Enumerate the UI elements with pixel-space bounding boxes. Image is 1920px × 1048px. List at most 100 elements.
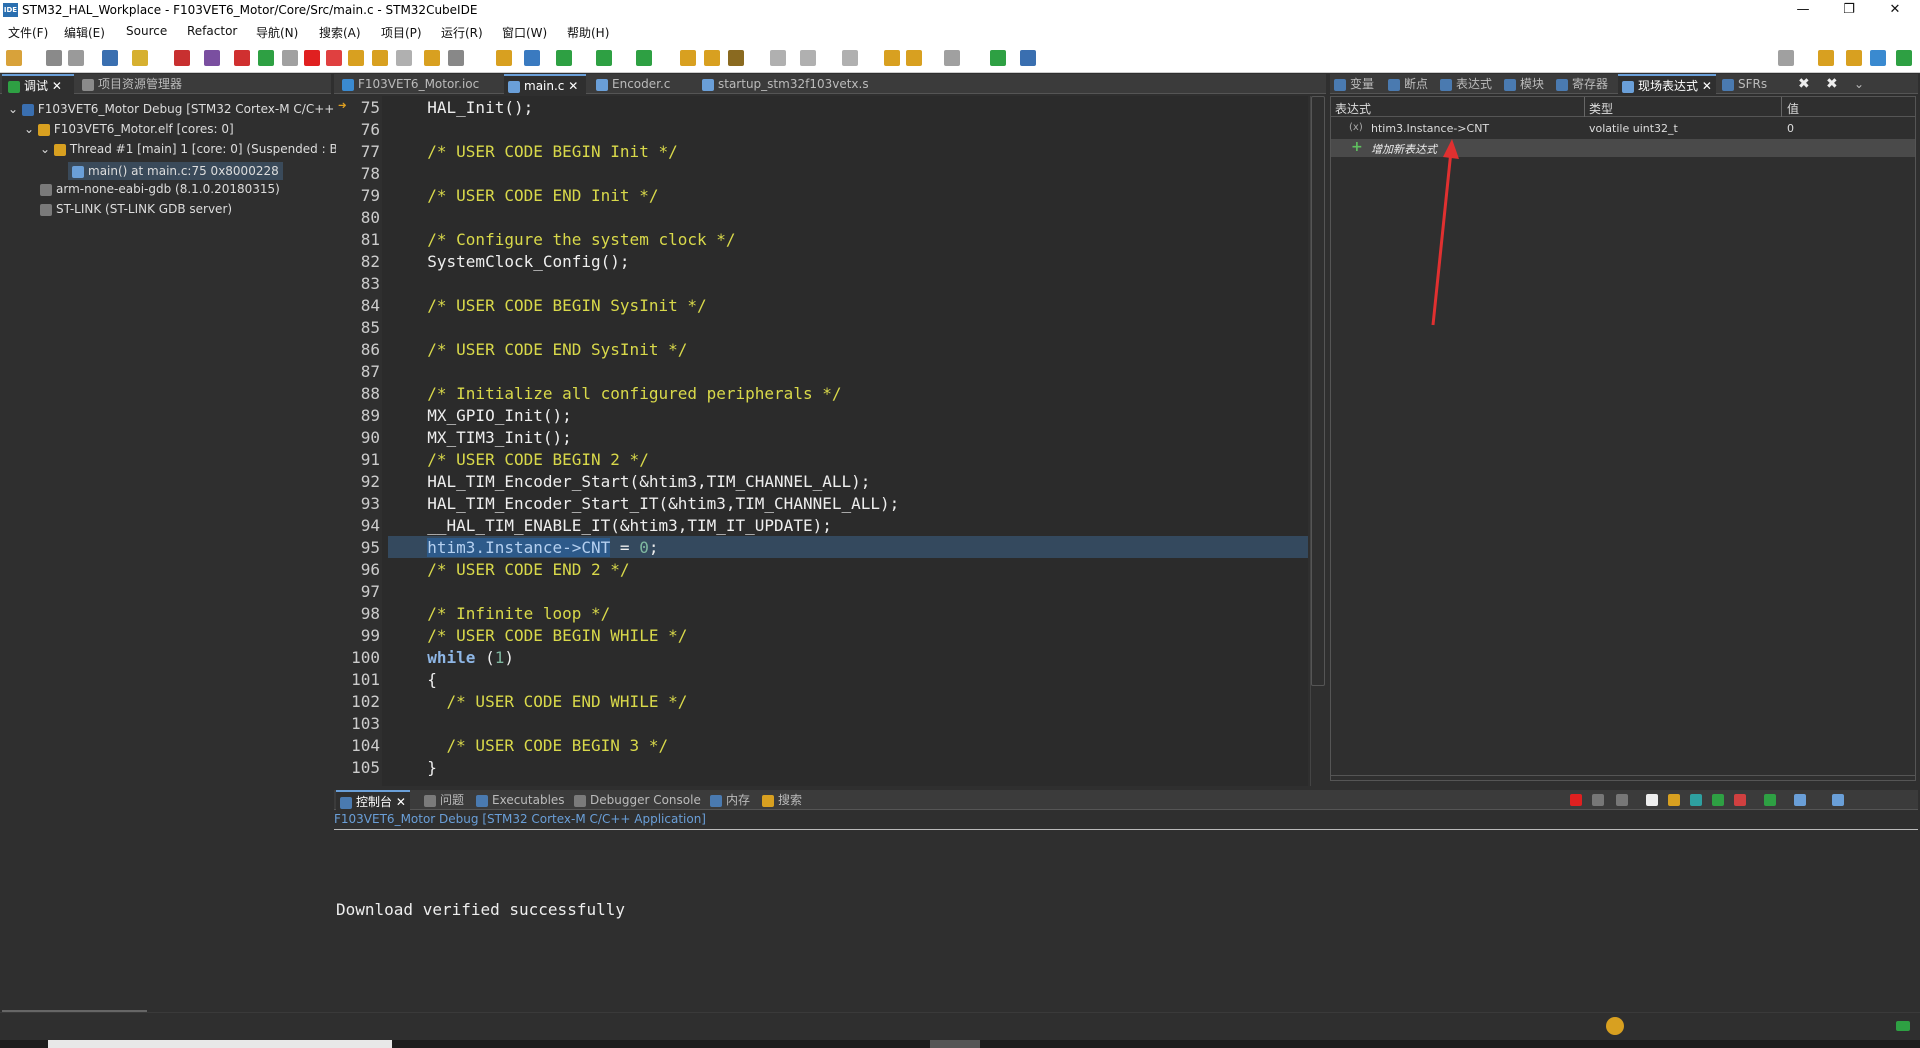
- code-line[interactable]: /* USER CODE BEGIN 3 */: [408, 736, 669, 755]
- forward-icon[interactable]: [944, 50, 960, 66]
- editor-scrollbar[interactable]: [1310, 96, 1326, 786]
- word-wrap-icon[interactable]: [1690, 794, 1702, 806]
- scrollbar-thumb[interactable]: [1311, 96, 1325, 686]
- code-line[interactable]: HAL_TIM_Encoder_Start(&htim3,TIM_CHANNEL…: [408, 472, 870, 491]
- code-line[interactable]: /* Initialize all configured peripherals…: [408, 384, 841, 403]
- resume-icon[interactable]: [258, 50, 274, 66]
- scroll-lock-icon[interactable]: [1668, 794, 1680, 806]
- tab-registers[interactable]: 寄存器: [1556, 74, 1608, 94]
- search-icon[interactable]: [728, 50, 744, 66]
- refresh-icon[interactable]: [524, 50, 540, 66]
- menu-refactor[interactable]: Refactor: [187, 24, 237, 38]
- edit-icon[interactable]: [842, 50, 858, 66]
- disconnect-icon[interactable]: [326, 50, 342, 66]
- tab-main-c[interactable]: main.c ✕: [504, 74, 586, 94]
- column-divider[interactable]: [1781, 97, 1782, 117]
- header-type[interactable]: 类型: [1589, 100, 1613, 117]
- clear-console-icon[interactable]: [1646, 794, 1658, 806]
- tab-executables[interactable]: Executables: [476, 790, 565, 810]
- code-line[interactable]: __HAL_TIM_ENABLE_IT(&htim3,TIM_IT_UPDATE…: [408, 516, 832, 535]
- code-line[interactable]: }: [408, 758, 437, 777]
- close-button[interactable]: ✕: [1872, 0, 1918, 22]
- code-line[interactable]: /* Configure the system clock */: [408, 230, 735, 249]
- quick-access-search-icon[interactable]: [1778, 50, 1794, 66]
- maximize-button[interactable]: ❐: [1826, 0, 1872, 22]
- tree-item-stlink[interactable]: ST-LINK (ST-LINK GDB server): [40, 202, 232, 216]
- code-line[interactable]: /* USER CODE END SysInit */: [408, 340, 687, 359]
- remove-all-icon[interactable]: ✖: [1826, 74, 1838, 94]
- tree-item-gdb[interactable]: arm-none-eabi-gdb (8.1.0.20180315): [40, 182, 280, 196]
- tab-variables[interactable]: 变量: [1334, 74, 1374, 94]
- step-into-icon[interactable]: [348, 50, 364, 66]
- debug-config-icon[interactable]: [174, 50, 190, 66]
- tree-item-thread[interactable]: ⌄ Thread #1 [main] 1 [core: 0] (Suspende…: [40, 142, 338, 156]
- code-line[interactable]: SystemClock_Config();: [408, 252, 629, 271]
- mx-perspective-icon[interactable]: [1870, 50, 1886, 66]
- build-icon[interactable]: [102, 50, 118, 66]
- code-line[interactable]: HAL_Init();: [408, 98, 533, 117]
- menu-run[interactable]: 运行(R): [441, 24, 483, 41]
- debug-run-icon[interactable]: [556, 50, 572, 66]
- taskbar-item[interactable]: [930, 1040, 980, 1048]
- code-line[interactable]: /* USER CODE END Init */: [408, 186, 658, 205]
- tab-live-expressions[interactable]: 现场表达式 ✕: [1618, 74, 1716, 94]
- open-task-icon[interactable]: [704, 50, 720, 66]
- tab-search[interactable]: 搜索: [762, 790, 802, 810]
- menu-search[interactable]: 搜索(A): [319, 24, 361, 41]
- new-console-icon[interactable]: [1832, 794, 1844, 806]
- step-return-icon[interactable]: [396, 50, 412, 66]
- code-line[interactable]: /* USER CODE END 2 */: [408, 560, 629, 579]
- menu-window[interactable]: 窗口(W): [502, 24, 547, 41]
- column-divider[interactable]: [1584, 97, 1585, 117]
- horizontal-scrollbar[interactable]: [1331, 775, 1915, 779]
- menu-help[interactable]: 帮助(H): [567, 24, 609, 41]
- taskbar-item[interactable]: [48, 1040, 392, 1048]
- header-expression[interactable]: 表达式: [1335, 100, 1371, 117]
- tab-console[interactable]: 控制台 ✕: [336, 790, 410, 810]
- save-icon[interactable]: [46, 50, 62, 66]
- open-perspective-icon[interactable]: [1818, 50, 1834, 66]
- display-console-icon[interactable]: [1794, 794, 1806, 806]
- code-line[interactable]: MX_GPIO_Init();: [408, 406, 572, 425]
- sync-icon[interactable]: [1606, 1017, 1624, 1035]
- code-line[interactable]: MX_TIM3_Init();: [408, 428, 572, 447]
- external-tools-icon[interactable]: [636, 50, 652, 66]
- save-all-icon[interactable]: [68, 50, 84, 66]
- pin-icon[interactable]: [800, 50, 816, 66]
- terminate-icon[interactable]: [304, 50, 320, 66]
- tab-project-explorer[interactable]: 项目资源管理器: [78, 74, 182, 94]
- tab-encoder-c[interactable]: Encoder.c: [592, 74, 692, 94]
- terminate-icon[interactable]: [1570, 794, 1582, 806]
- menu-project[interactable]: 项目(P): [381, 24, 422, 41]
- remove-launch-icon[interactable]: [1592, 794, 1604, 806]
- tab-sfrs[interactable]: SFRs: [1722, 74, 1767, 94]
- menu-source[interactable]: Source: [126, 24, 167, 38]
- tree-item-elf[interactable]: ⌄ F103VET6_Motor.elf [cores: 0]: [24, 122, 234, 136]
- table-row[interactable]: (x) htim3.Instance->CNT volatile uint32_…: [1331, 119, 1915, 139]
- step-over-icon[interactable]: [372, 50, 388, 66]
- tab-expressions[interactable]: 表达式: [1440, 74, 1492, 94]
- perspective-icon[interactable]: [990, 50, 1006, 66]
- header-value[interactable]: 值: [1787, 100, 1799, 117]
- tab-breakpoints[interactable]: 断点: [1388, 74, 1428, 94]
- instruction-step-icon[interactable]: [424, 50, 440, 66]
- cpp-perspective-icon[interactable]: [1846, 50, 1862, 66]
- tab-problems[interactable]: 问题: [424, 790, 464, 810]
- code-line[interactable]: HAL_TIM_Encoder_Start_IT(&htim3,TIM_CHAN…: [408, 494, 899, 513]
- code-line[interactable]: /* USER CODE BEGIN SysInit */: [408, 296, 706, 315]
- tab-ioc[interactable]: F103VET6_Motor.ioc: [338, 74, 498, 94]
- code-line[interactable]: /* USER CODE BEGIN WHILE */: [408, 626, 687, 645]
- new-icon[interactable]: [6, 50, 22, 66]
- debug-perspective-icon[interactable]: [1896, 50, 1912, 66]
- show-on-output-icon[interactable]: [1712, 794, 1724, 806]
- view-menu-icon[interactable]: ⌄: [1854, 74, 1864, 94]
- minimize-button[interactable]: —: [1780, 0, 1826, 22]
- code-line[interactable]: /* USER CODE BEGIN 2 */: [408, 450, 649, 469]
- remove-expression-icon[interactable]: ✖: [1798, 74, 1810, 94]
- code-line[interactable]: /* USER CODE BEGIN Init */: [408, 142, 677, 161]
- suspend-icon[interactable]: [282, 50, 298, 66]
- gear-icon[interactable]: [496, 50, 512, 66]
- back-icon[interactable]: [906, 50, 922, 66]
- tab-memory[interactable]: 内存: [710, 790, 750, 810]
- last-edit-icon[interactable]: [884, 50, 900, 66]
